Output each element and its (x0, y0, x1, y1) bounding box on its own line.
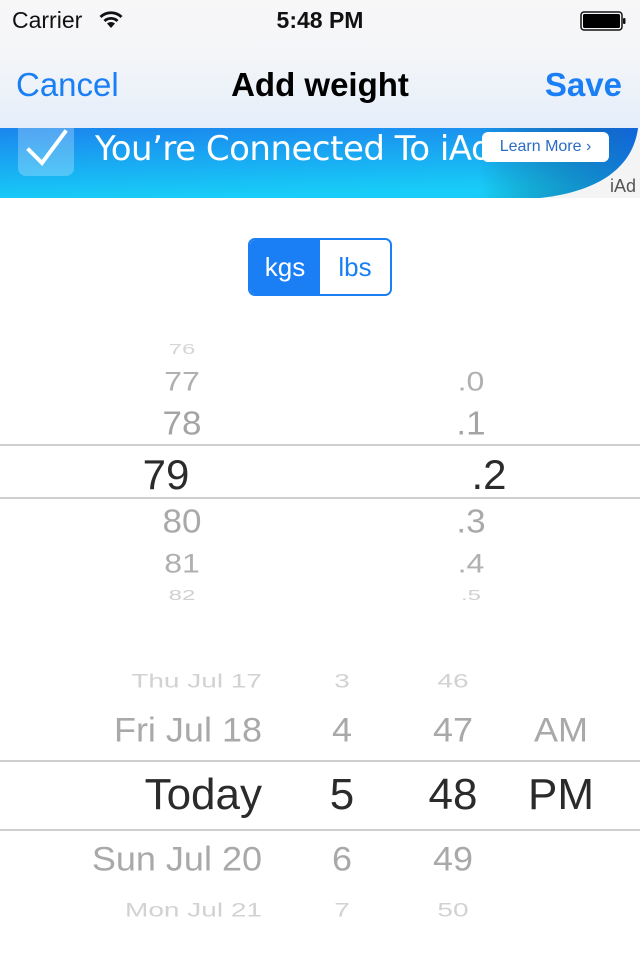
picker-item[interactable]: 76 (137, 342, 227, 359)
picker-item[interactable]: 50 (413, 899, 493, 921)
picker-item[interactable]: 80 (137, 503, 227, 541)
picker-item[interactable]: 4 (312, 710, 372, 750)
picker-item-selected[interactable]: PM (511, 770, 611, 820)
battery-full-icon (580, 11, 626, 31)
picker-item[interactable]: Thu Jul 17 (22, 670, 262, 692)
picker-item[interactable]: AM (511, 710, 611, 750)
top-bar: Carrier 5:48 PM Cancel Add weight Save (0, 0, 640, 128)
unit-segmented-control: kgs lbs (248, 238, 392, 296)
picker-item[interactable]: 49 (413, 839, 493, 879)
picker-item-selected[interactable]: 48 (413, 770, 493, 820)
picker-item[interactable]: .1 (426, 405, 516, 443)
selection-line-top (0, 444, 640, 446)
picker-item[interactable]: 47 (413, 710, 493, 750)
weight-picker[interactable]: 76 77 78 79 80 81 82 .0 .1 .2 .3 .4 .5 (0, 330, 640, 610)
picker-item[interactable]: 6 (312, 839, 372, 879)
picker-item[interactable]: 82 (137, 588, 227, 605)
picker-item[interactable]: .0 (426, 366, 516, 397)
selection-line-bottom (0, 829, 640, 831)
status-time: 5:48 PM (276, 7, 364, 33)
picker-item-selected[interactable]: 79 (121, 451, 211, 499)
navigation-bar: Cancel Add weight Save (0, 40, 640, 128)
iad-label: iAd (609, 176, 636, 196)
picker-item[interactable]: 7 (312, 899, 372, 921)
picker-item[interactable]: 77 (137, 366, 227, 397)
learn-more-button[interactable]: Learn More › (482, 132, 609, 162)
picker-item[interactable]: 3 (312, 670, 372, 692)
cancel-button[interactable]: Cancel (16, 66, 119, 104)
status-bar: Carrier 5:48 PM (0, 0, 640, 40)
ad-headline: You’re Connected To iAd (95, 129, 493, 169)
picker-item[interactable]: 46 (413, 670, 493, 692)
segment-lbs[interactable]: lbs (320, 240, 390, 294)
segment-kgs[interactable]: kgs (250, 240, 320, 294)
picker-item[interactable]: .5 (426, 588, 516, 605)
picker-item[interactable]: 81 (137, 548, 227, 579)
picker-item[interactable]: .4 (426, 548, 516, 579)
picker-item[interactable]: Mon Jul 21 (22, 899, 262, 921)
picker-item-selected[interactable]: Today (22, 770, 262, 820)
picker-item[interactable]: .3 (426, 503, 516, 541)
picker-item[interactable]: 78 (137, 405, 227, 443)
picker-item-selected[interactable]: .2 (444, 451, 534, 499)
selection-line-top (0, 760, 640, 762)
date-time-picker[interactable]: Thu Jul 17 Fri Jul 18 Today Sun Jul 20 Mon J… (0, 660, 640, 940)
checkmark-icon (18, 128, 74, 176)
picker-item[interactable]: Sun Jul 20 (22, 839, 262, 879)
picker-item-selected[interactable]: 5 (312, 770, 372, 820)
iad-banner[interactable]: You’re Connected To iAd Learn More › iAd (0, 128, 640, 198)
save-button[interactable]: Save (545, 66, 622, 104)
selection-line-bottom (0, 497, 640, 499)
picker-item[interactable]: Fri Jul 18 (22, 710, 262, 750)
